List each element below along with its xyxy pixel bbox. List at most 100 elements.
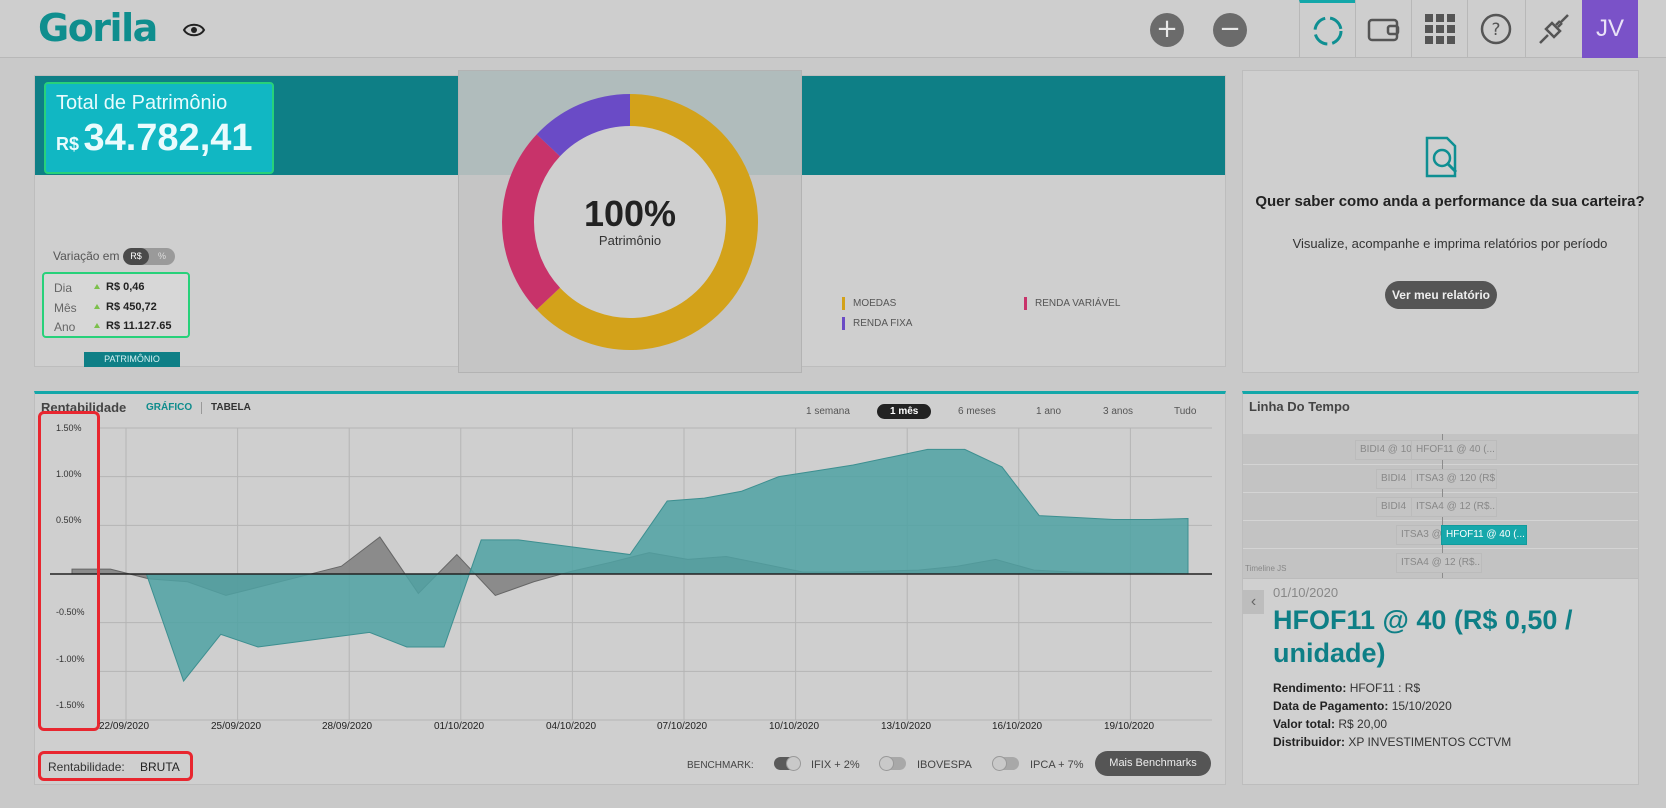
timeline-divider <box>1243 520 1638 521</box>
range-6-meses[interactable]: 6 meses <box>958 406 996 417</box>
total-currency: R$ <box>56 134 80 154</box>
variation-row-label: Dia <box>54 281 73 295</box>
range-1-mes[interactable]: 1 mês <box>877 404 932 419</box>
total-patrimonio-box: Total de Patrimônio R$ 34.782,41 <box>44 82 274 174</box>
toggle-currency[interactable]: R$ <box>123 248 149 265</box>
x-tick-label: 25/09/2020 <box>211 721 262 732</box>
total-label: Total de Patrimônio <box>56 92 228 114</box>
performance-card <box>1242 70 1639 373</box>
y-tick-label: 0.50% <box>56 515 82 525</box>
variation-row-label: Ano <box>54 320 76 334</box>
ipca-toggle[interactable] <box>992 756 1019 771</box>
variation-row-value: R$ 450,72 <box>106 301 157 313</box>
legend-moedas[interactable]: MOEDAS <box>842 297 896 310</box>
timeline-item[interactable]: BIDI4 @ 10 <box>1355 440 1412 460</box>
ver-relatorio-button[interactable]: Ver meu relatório <box>1385 281 1497 309</box>
detail-row-value: R$ 20,00 <box>1338 717 1388 731</box>
legend-renda-fixa[interactable]: RENDA FIXA <box>842 317 912 330</box>
tab-grafico[interactable]: GRÁFICO <box>146 402 192 413</box>
benchmark-label: BENCHMARK: <box>687 760 754 771</box>
detail-row: Distribuidor: XP INVESTIMENTOS CCTVM <box>1273 735 1511 749</box>
total-value: 34.782,41 <box>83 117 253 159</box>
benchmark-ifix: IFIX + 2% <box>811 759 860 771</box>
x-tick-label: 10/10/2020 <box>769 721 820 732</box>
detail-row: Rendimento: HFOF11 : R$ <box>1273 681 1420 695</box>
variation-row-value: R$ 0,46 <box>106 281 145 293</box>
performance-description: Visualize, acompanhe e imprima relatório… <box>1292 236 1608 251</box>
avatar[interactable]: JV <box>1582 0 1638 58</box>
donut-center-label: Patrimônio <box>598 233 662 248</box>
y-tick-label: -0.50% <box>56 607 85 617</box>
x-tick-label: 04/10/2020 <box>546 721 597 732</box>
range-1-semana[interactable]: 1 semana <box>806 406 850 417</box>
detail-row-value: HFOF11 : R$ <box>1349 681 1421 695</box>
up-arrow-icon <box>94 304 100 309</box>
detail-row-label: Valor total: <box>1273 717 1336 731</box>
legend-band <box>802 76 1225 175</box>
rentabilidade-mode-box[interactable]: Rentabilidade: BRUTA <box>38 751 193 781</box>
patrimonio-tab[interactable]: PATRIMÔNIO <box>84 352 180 367</box>
grid-icon[interactable] <box>1411 0 1467 58</box>
plug-icon[interactable] <box>1525 0 1581 58</box>
timeline-item[interactable]: ITSA4 @ 12 (R$... <box>1396 553 1482 573</box>
detail-row-value: XP INVESTIMENTOS CCTVM <box>1348 735 1512 749</box>
x-tick-label: 16/10/2020 <box>992 721 1043 732</box>
timeline-divider <box>1243 464 1638 465</box>
chevron-left-icon[interactable]: ‹ <box>1243 590 1264 614</box>
range-3-anos[interactable]: 3 anos <box>1103 406 1133 417</box>
x-tick-label: 13/10/2020 <box>881 721 932 732</box>
svg-text:?: ? <box>1491 20 1500 40</box>
variation-row-label: Mês <box>54 301 77 315</box>
y-tick-label: 1.50% <box>56 423 82 433</box>
timeline-item[interactable]: BIDI4 <box>1376 497 1412 517</box>
timeline-item-selected[interactable]: HFOF11 @ 40 (... <box>1441 525 1527 545</box>
minus-icon[interactable]: − <box>1213 13 1247 47</box>
plus-icon[interactable]: + <box>1150 13 1184 47</box>
performance-question: Quer saber como anda a performance da su… <box>1255 193 1645 210</box>
variation-row: Dia R$ 0,46 <box>54 281 184 295</box>
mais-benchmarks-button[interactable]: Mais Benchmarks <box>1095 751 1211 776</box>
help-icon[interactable]: ? <box>1467 0 1523 58</box>
detail-row-label: Distribuidor: <box>1273 735 1345 749</box>
timeline-watermark: Timeline JS <box>1245 564 1287 573</box>
eye-icon[interactable] <box>182 18 206 42</box>
y-tick-label: -1.00% <box>56 654 85 664</box>
variation-row: Ano R$ 11.127.65 <box>54 320 184 334</box>
ibovespa-toggle[interactable] <box>879 756 906 771</box>
timeline-item[interactable]: ITSA3 @ <box>1396 525 1442 545</box>
tab-tabela[interactable]: TABELA <box>211 402 251 413</box>
timeline-item[interactable]: HFOF11 @ 40 (... <box>1411 440 1497 460</box>
detail-row-label: Rendimento: <box>1273 681 1347 695</box>
variation-toggle[interactable]: R$ % <box>123 248 175 265</box>
benchmark-ipca: IPCA + 7% <box>1030 759 1084 771</box>
timeline-divider <box>1243 548 1638 549</box>
y-tick-label: 1.00% <box>56 469 82 479</box>
wallet-icon[interactable] <box>1355 0 1411 58</box>
up-arrow-icon <box>94 284 100 289</box>
detail-row-label: Data de Pagamento: <box>1273 699 1389 713</box>
variation-box: Dia R$ 0,46 Mês R$ 450,72 Ano R$ 11.127.… <box>42 272 190 338</box>
variation-label: Variação em <box>53 249 120 263</box>
rentabilidade-mode-value[interactable]: BRUTA <box>140 760 180 774</box>
detail-title: HFOF11 @ 40 (R$ 0,50 / unidade) <box>1273 605 1573 668</box>
range-tudo[interactable]: Tudo <box>1174 406 1196 417</box>
detail-date: 01/10/2020 <box>1273 585 1339 600</box>
ifix-toggle[interactable] <box>774 756 801 771</box>
legend-renda-variavel[interactable]: RENDA VARIÁVEL <box>1024 297 1120 310</box>
timeline-item[interactable]: ITSA3 @ 120 (R$... <box>1411 469 1497 489</box>
timeline-title: Linha Do Tempo <box>1249 399 1350 414</box>
detail-row-value: 15/10/2020 <box>1391 699 1452 713</box>
variation-row-value: R$ 11.127.65 <box>106 320 172 332</box>
detail-row: Valor total: R$ 20,00 <box>1273 717 1387 731</box>
loading-icon[interactable] <box>1299 0 1355 58</box>
x-tick-label: 22/09/2020 <box>99 721 150 732</box>
logo[interactable]: Gorila <box>38 6 158 50</box>
timeline-item[interactable]: ITSA4 @ 12 (R$... <box>1411 497 1497 517</box>
timeline-item[interactable]: BIDI4 <box>1376 469 1412 489</box>
rentabilidade-mode-label: Rentabilidade: <box>48 760 125 774</box>
range-1-ano[interactable]: 1 ano <box>1036 406 1061 417</box>
timeline-divider <box>1243 492 1638 493</box>
x-tick-label: 28/09/2020 <box>322 721 373 732</box>
toggle-percent[interactable]: % <box>149 248 175 265</box>
benchmark-ibovespa: IBOVESPA <box>917 759 972 771</box>
